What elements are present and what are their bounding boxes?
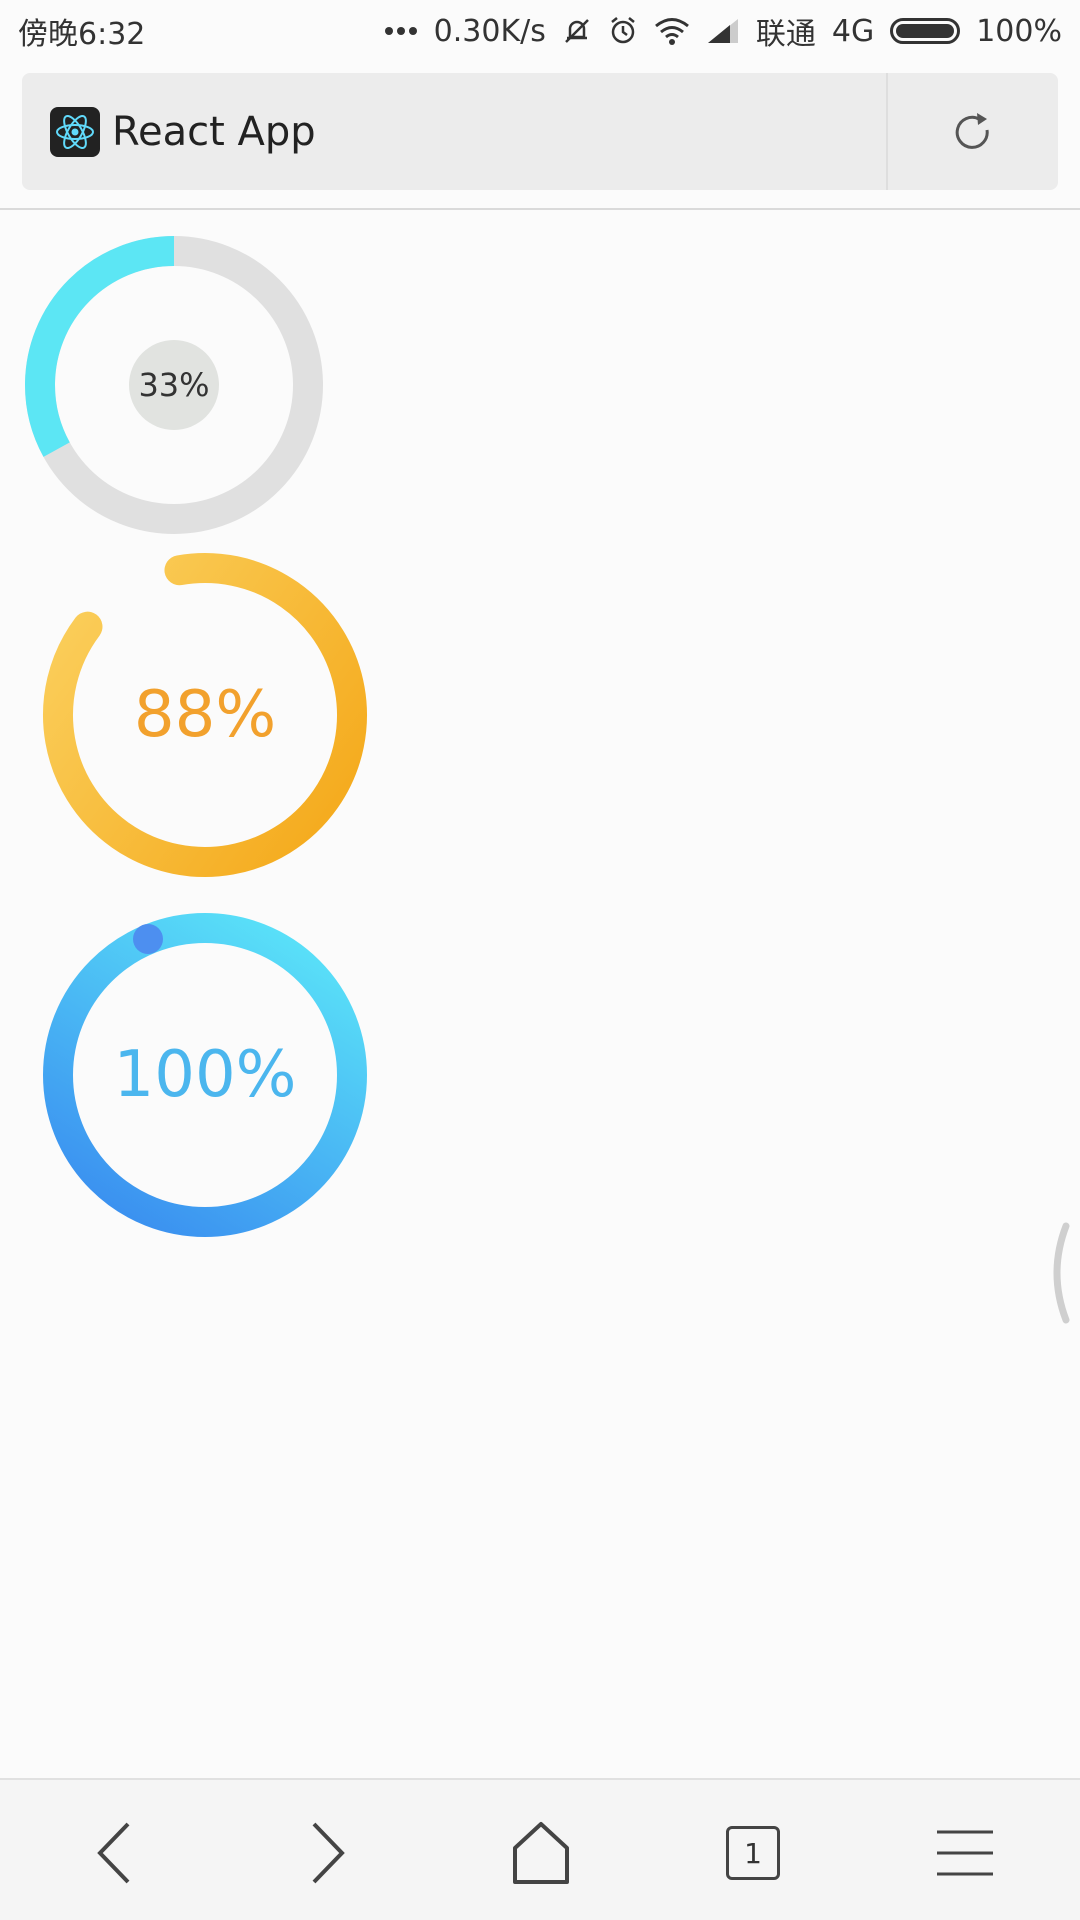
menu-icon [937,1830,993,1876]
toolbar-divider [0,208,1080,210]
wifi-icon [654,17,690,45]
progress-label: 88% [133,678,277,752]
back-button[interactable] [70,1808,160,1898]
network-type: 4G [831,13,875,49]
status-bar: 傍晚6:32 0.30K/s 联通 4G 100% [0,0,1080,62]
bottom-navigation: 1 [0,1778,1080,1920]
reload-button[interactable] [888,73,1058,190]
back-arrow-icon [97,1822,130,1884]
reload-icon [955,112,989,149]
tab-count: 1 [744,1836,762,1870]
status-time: 傍晚6:32 [18,17,146,52]
progress-ring-88: 88% [38,548,372,882]
battery-level: 100% [976,13,1062,49]
carrier-name: 联通 [755,17,816,52]
address-bar[interactable]: React App [22,73,1058,190]
tabs-button[interactable]: 1 [708,1808,798,1898]
bell-off-icon [562,16,592,46]
network-speed: 0.30K/s [433,13,546,49]
page-title: React App [112,108,316,155]
progress-label: 100% [113,1038,297,1112]
signal-icon [706,17,740,45]
tabs-icon: 1 [726,1826,780,1880]
progress-ring-33: 33% [22,233,326,537]
menu-button[interactable] [920,1808,1010,1898]
loading-spinner [1046,1218,1080,1328]
react-logo-icon [50,106,100,157]
more-dots-icon [384,26,418,36]
home-icon [513,1822,569,1884]
progress-label: 33% [138,366,210,404]
forward-button[interactable] [282,1808,372,1898]
forward-arrow-icon [312,1822,345,1884]
progress-ring-100: 100% [38,908,372,1242]
home-button[interactable] [496,1808,586,1898]
alarm-icon [608,16,638,46]
battery-icon [890,18,961,44]
